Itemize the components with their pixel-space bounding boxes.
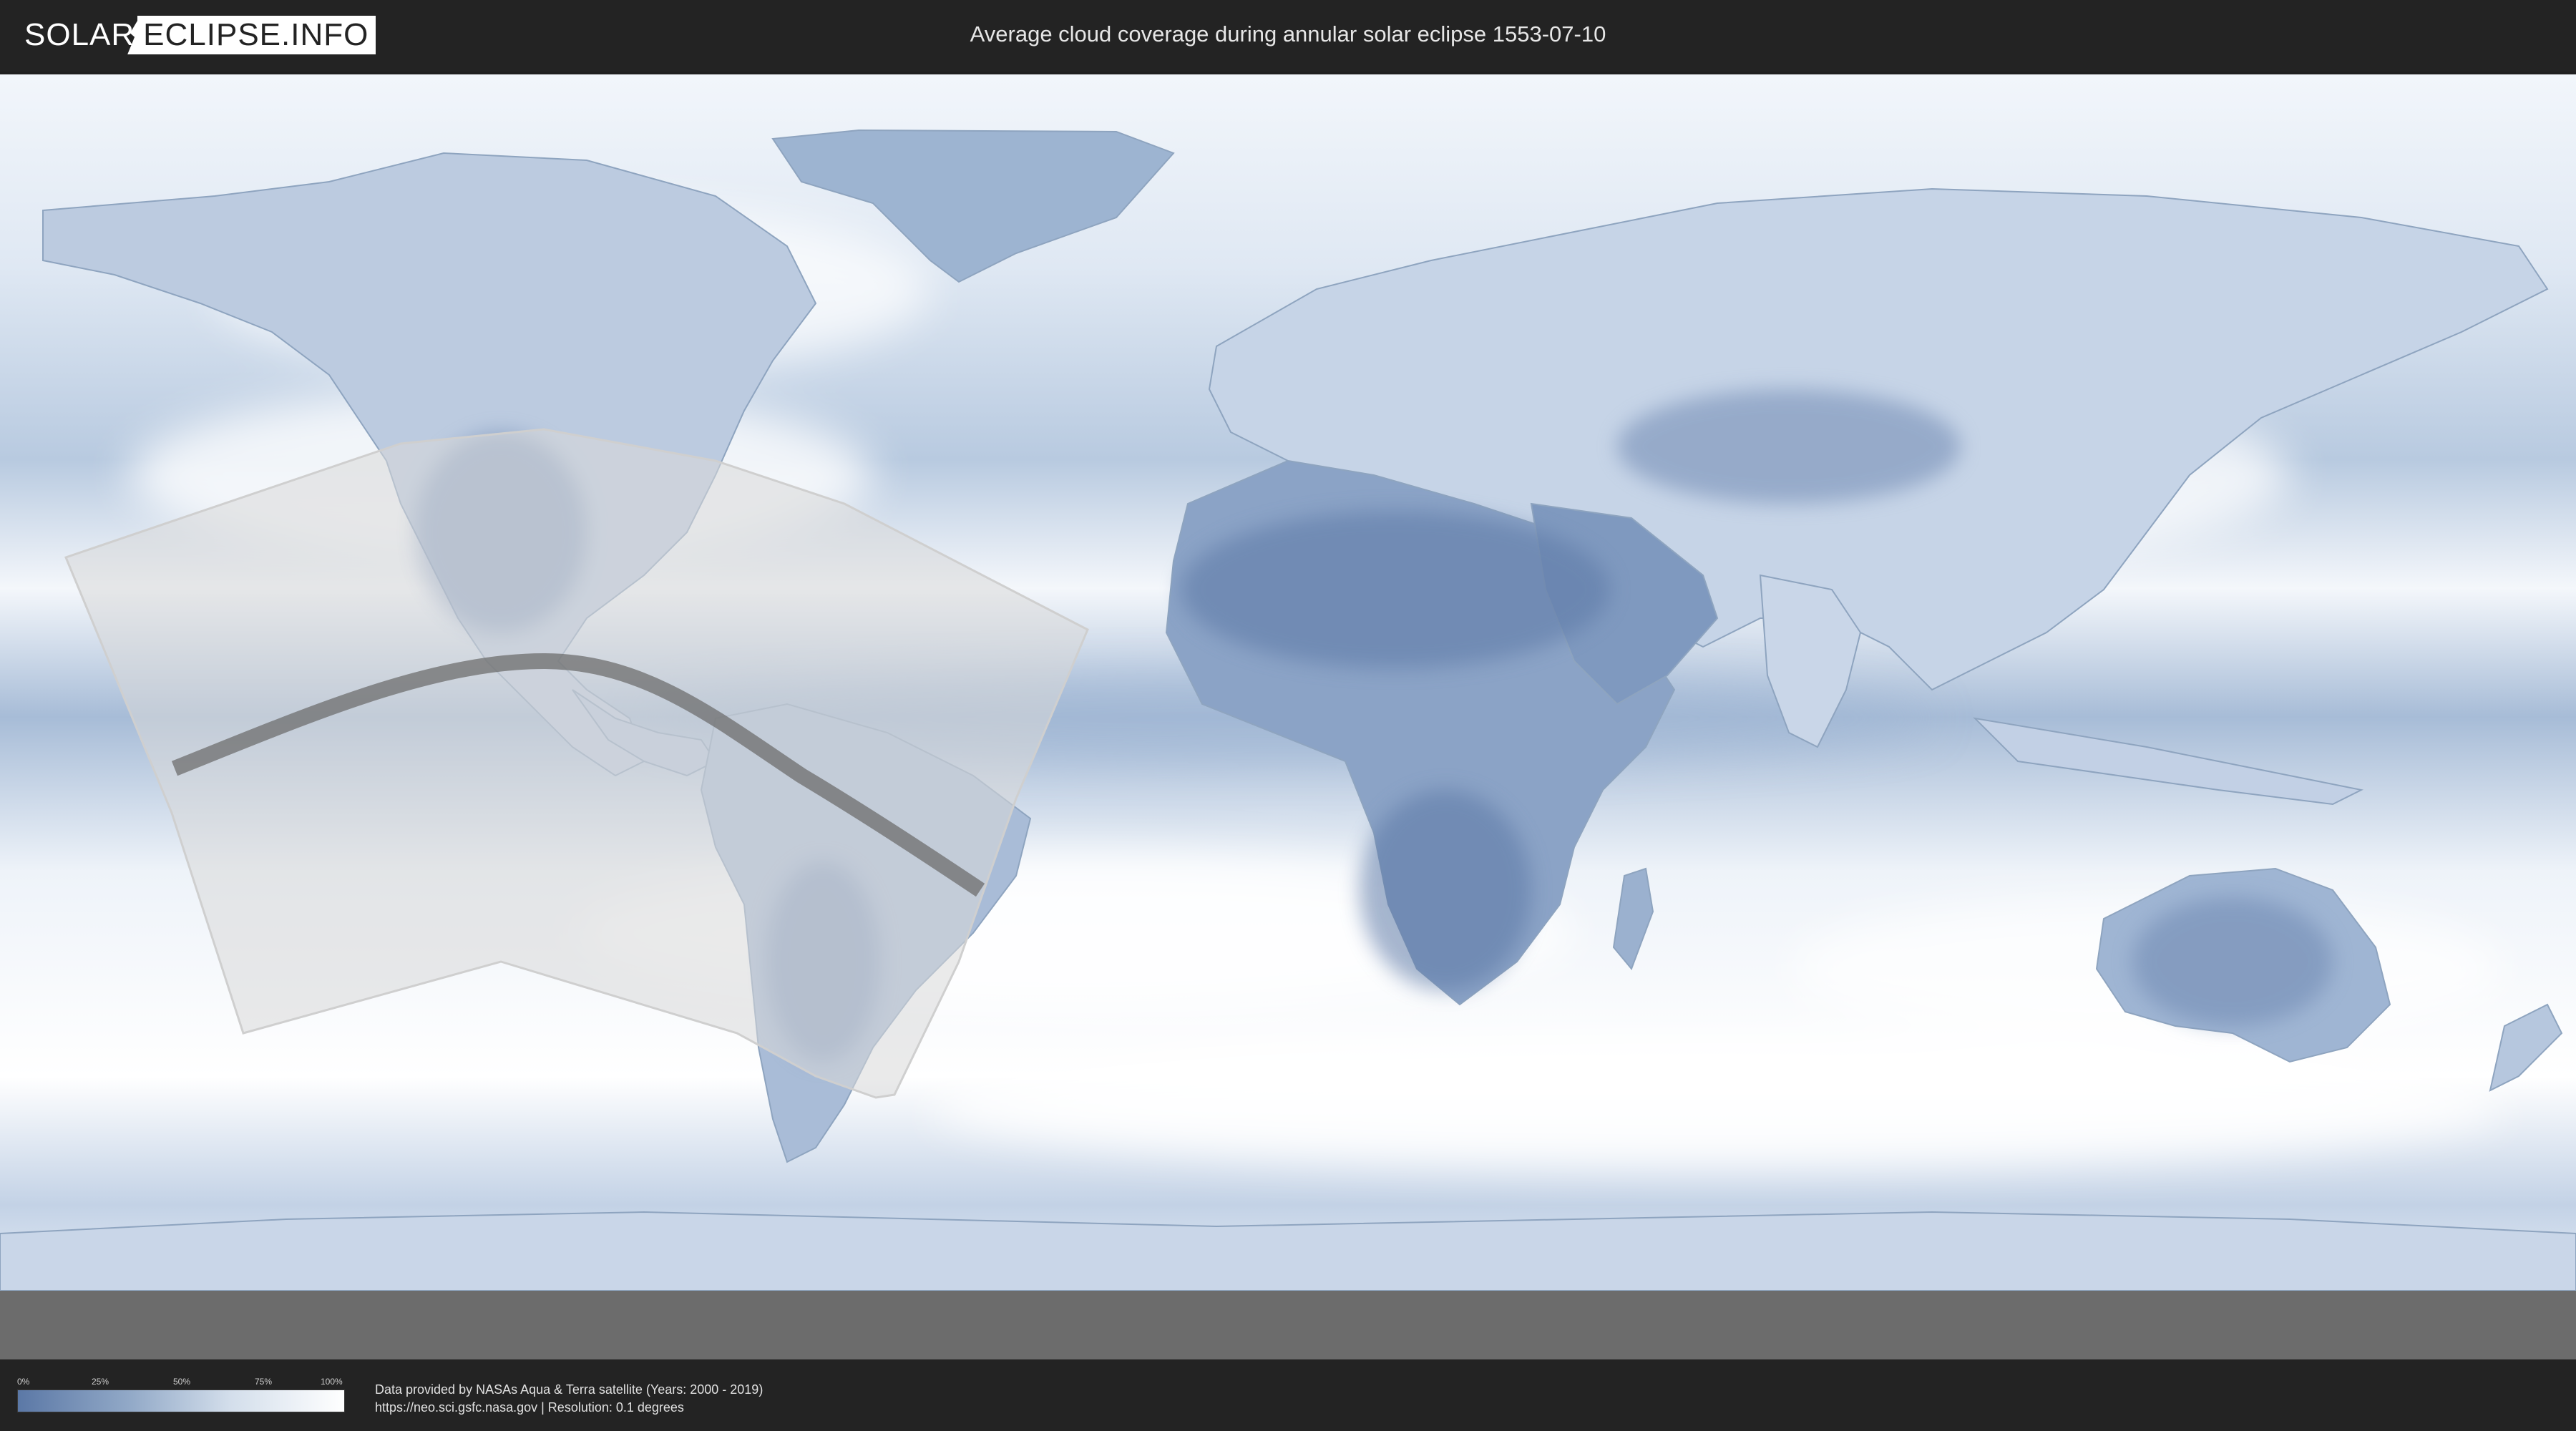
cloud-coverage-map[interactable]	[0, 74, 2576, 1359]
map-canvas	[0, 74, 2576, 1359]
legend-tick-0: 0%	[17, 1377, 30, 1387]
header-bar: SOLAR ECLIPSE.INFO Average cloud coverag…	[0, 0, 2576, 72]
legend-ticks: 0% 25% 50% 75% 100%	[17, 1375, 343, 1390]
credits-url[interactable]: https://neo.sci.gsfc.nasa.gov | Resoluti…	[375, 1399, 763, 1417]
credits-source: Data provided by NASAs Aqua & Terra sate…	[375, 1382, 763, 1397]
legend-color-bar	[17, 1390, 345, 1412]
page-title: Average cloud coverage during annular so…	[970, 21, 1606, 47]
bottom-edge	[0, 1291, 2576, 1359]
footer-bar: 0% 25% 50% 75% 100% Data provided by NAS…	[0, 1359, 2576, 1431]
legend-tick-25: 25%	[92, 1377, 109, 1387]
legend-tick-50: 50%	[173, 1377, 191, 1387]
cloud-coverage-legend: 0% 25% 50% 75% 100%	[17, 1375, 345, 1412]
legend-tick-75: 75%	[255, 1377, 273, 1387]
data-credits: Data provided by NASAs Aqua & Terra sate…	[375, 1381, 763, 1417]
legend-tick-100: 100%	[321, 1377, 343, 1387]
